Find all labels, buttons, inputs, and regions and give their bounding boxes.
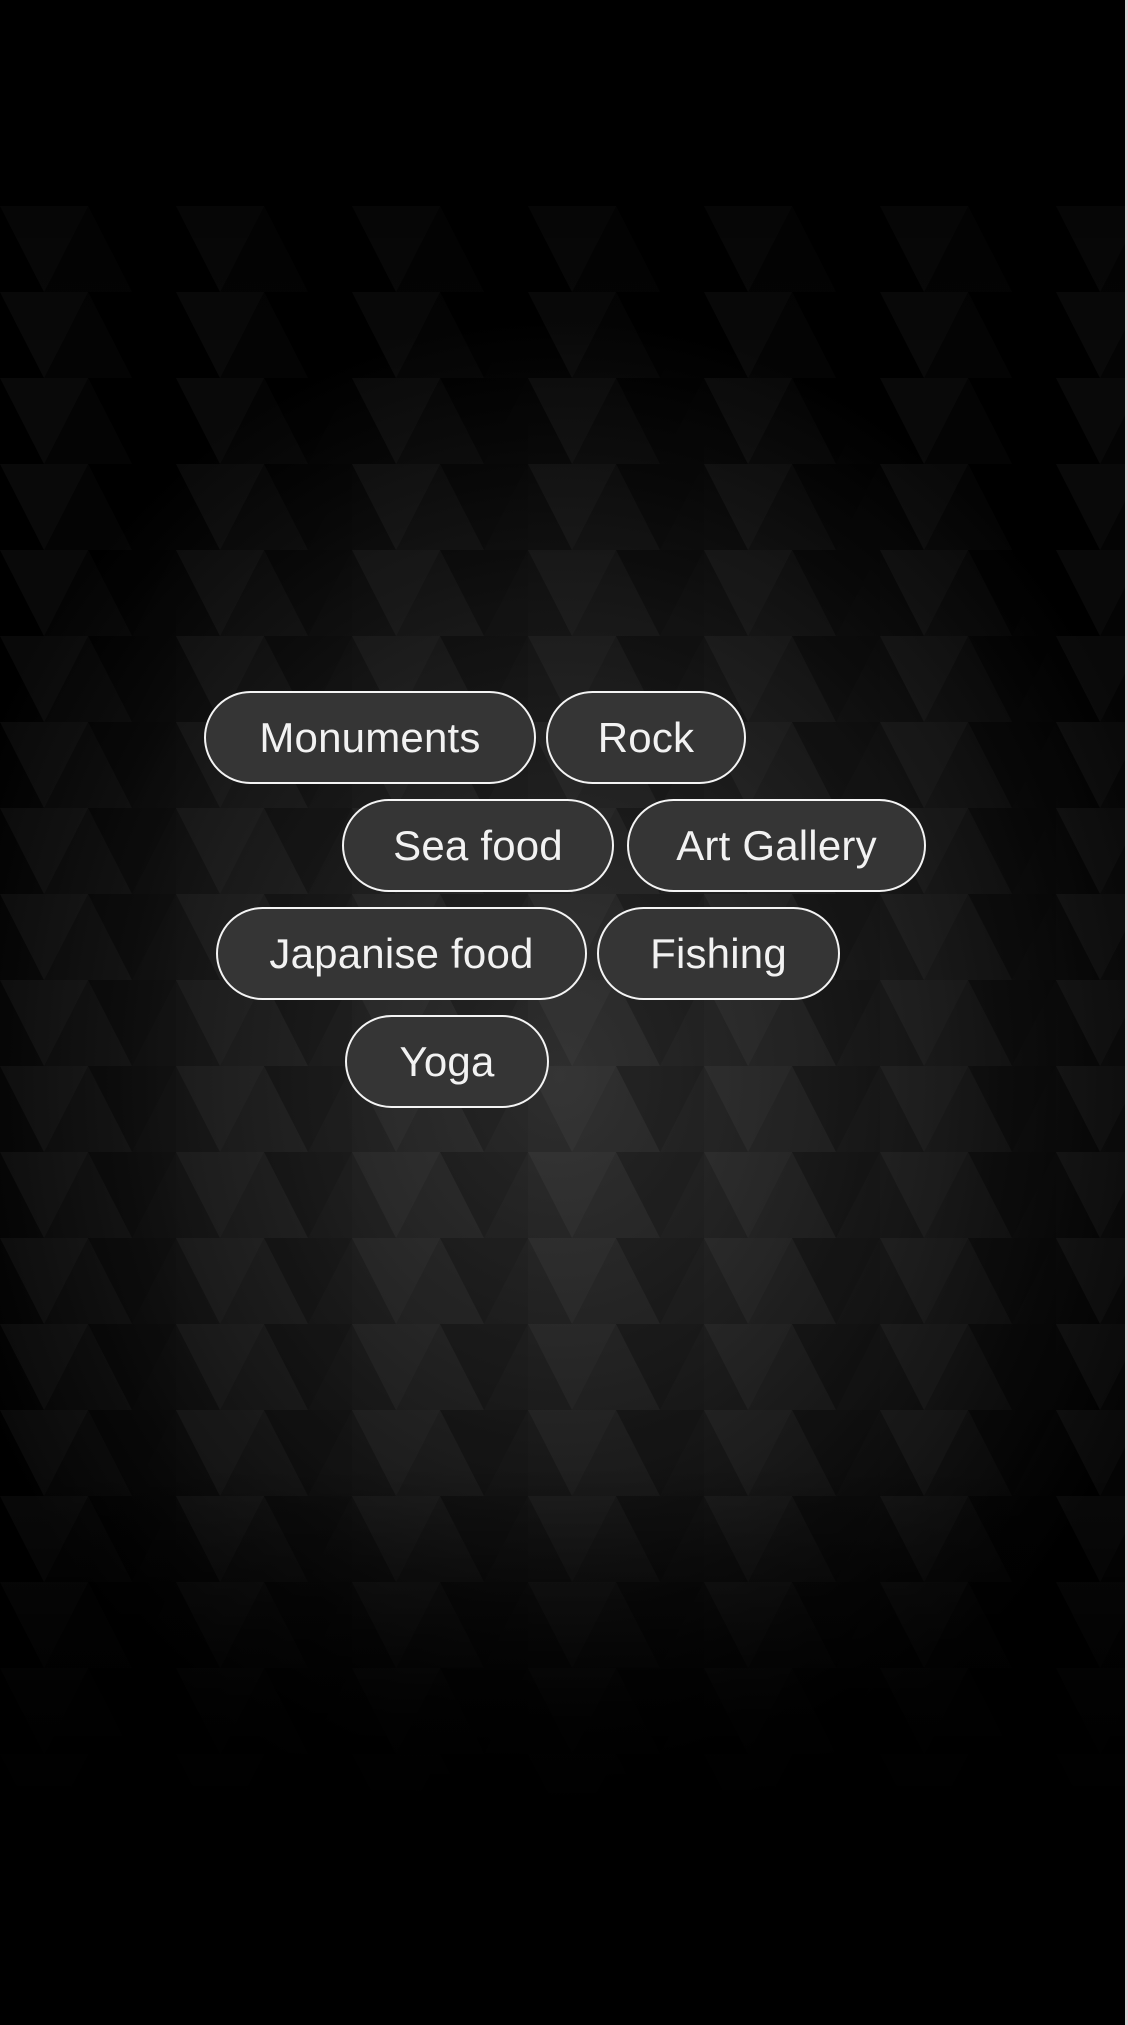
tag-japanise-food[interactable]: Japanise food bbox=[216, 907, 587, 1000]
tag-monuments[interactable]: Monuments bbox=[204, 691, 536, 784]
tag-rock[interactable]: Rock bbox=[546, 691, 746, 784]
tag-fishing[interactable]: Fishing bbox=[597, 907, 840, 1000]
tag-art-gallery[interactable]: Art Gallery bbox=[627, 799, 926, 892]
tag-sea-food[interactable]: Sea food bbox=[342, 799, 614, 892]
bottom-fade bbox=[0, 1466, 1125, 1826]
background-panel bbox=[0, 206, 1125, 1826]
screen: Monuments Rock Sea food Art Gallery Japa… bbox=[0, 0, 1128, 2025]
top-fade bbox=[0, 206, 1125, 366]
tag-yoga[interactable]: Yoga bbox=[345, 1015, 549, 1108]
